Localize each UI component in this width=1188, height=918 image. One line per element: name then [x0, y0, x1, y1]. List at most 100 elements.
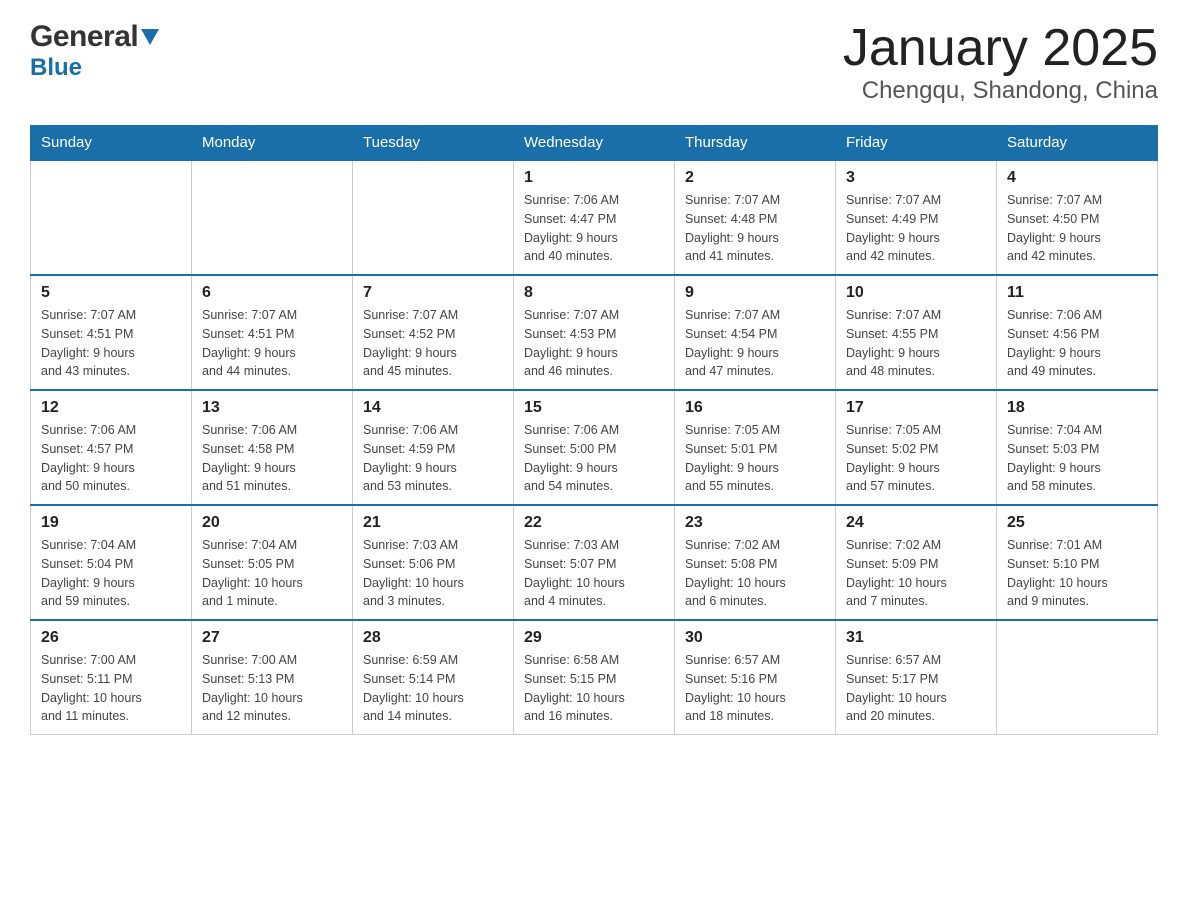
calendar-day-header: Saturday	[997, 126, 1158, 161]
calendar-day-header: Tuesday	[353, 126, 514, 161]
calendar-cell: 5Sunrise: 7:07 AM Sunset: 4:51 PM Daylig…	[31, 275, 192, 390]
calendar-cell	[997, 620, 1158, 735]
day-info: Sunrise: 7:07 AM Sunset: 4:55 PM Dayligh…	[846, 306, 986, 381]
calendar-cell: 31 Sunrise: 6:57 AM Sunset: 5:17 PM Dayli…	[836, 620, 997, 735]
page-header: General Blue January 2025 Chengqu, Shand…	[30, 20, 1158, 105]
day-number: 7	[363, 284, 503, 302]
day-number: 27	[202, 629, 342, 647]
calendar-cell: 10Sunrise: 7:07 AM Sunset: 4:55 PM Dayli…	[836, 275, 997, 390]
day-number: 28	[363, 629, 503, 647]
calendar-cell: 24 Sunrise: 7:02 AM Sunset: 5:09 PM Dayli…	[836, 505, 997, 620]
day-info: Sunrise: 7:01 AM Sunset: 5:10 PM Dayligh…	[1007, 536, 1147, 611]
day-info: Sunrise: 6:59 AM Sunset: 5:14 PM Dayligh…	[363, 651, 503, 726]
calendar-title-block: January 2025 Chengqu, Shandong, China	[843, 20, 1158, 105]
day-number: 15	[524, 399, 664, 417]
day-number: 19	[41, 514, 181, 532]
day-info: Sunrise: 7:02 AM Sunset: 5:08 PM Dayligh…	[685, 536, 825, 611]
calendar-cell: 28 Sunrise: 6:59 AM Sunset: 5:14 PM Dayli…	[353, 620, 514, 735]
day-info: Sunrise: 7:00 AM Sunset: 5:11 PM Dayligh…	[41, 651, 181, 726]
calendar-cell: 9 Sunrise: 7:07 AM Sunset: 4:54 PM Daylig…	[675, 275, 836, 390]
calendar-cell: 11 Sunrise: 7:06 AM Sunset: 4:56 PM Dayli…	[997, 275, 1158, 390]
day-number: 4	[1007, 169, 1147, 187]
day-number: 31	[846, 629, 986, 647]
calendar-cell: 30 Sunrise: 6:57 AM Sunset: 5:16 PM Dayli…	[675, 620, 836, 735]
day-number: 29	[524, 629, 664, 647]
logo: General Blue	[30, 20, 159, 82]
day-number: 16	[685, 399, 825, 417]
calendar-cell: 27 Sunrise: 7:00 AM Sunset: 5:13 PM Dayli…	[192, 620, 353, 735]
calendar-cell: 13 Sunrise: 7:06 AM Sunset: 4:58 PM Dayli…	[192, 390, 353, 505]
calendar-cell: 15Sunrise: 7:06 AM Sunset: 5:00 PM Dayli…	[514, 390, 675, 505]
day-info: Sunrise: 7:07 AM Sunset: 4:51 PM Dayligh…	[202, 306, 342, 381]
day-info: Sunrise: 7:04 AM Sunset: 5:05 PM Dayligh…	[202, 536, 342, 611]
logo-arrow-icon	[141, 29, 159, 50]
calendar-cell: 7 Sunrise: 7:07 AM Sunset: 4:52 PM Daylig…	[353, 275, 514, 390]
day-number: 13	[202, 399, 342, 417]
calendar-week-row: 1 Sunrise: 7:06 AM Sunset: 4:47 PM Daylig…	[31, 160, 1158, 275]
day-number: 25	[1007, 514, 1147, 532]
logo-general-text: General	[30, 20, 138, 54]
day-number: 23	[685, 514, 825, 532]
day-info: Sunrise: 7:07 AM Sunset: 4:48 PM Dayligh…	[685, 191, 825, 266]
day-info: Sunrise: 7:06 AM Sunset: 4:58 PM Dayligh…	[202, 421, 342, 496]
day-info: Sunrise: 6:57 AM Sunset: 5:16 PM Dayligh…	[685, 651, 825, 726]
day-info: Sunrise: 7:06 AM Sunset: 4:57 PM Dayligh…	[41, 421, 181, 496]
day-info: Sunrise: 7:05 AM Sunset: 5:01 PM Dayligh…	[685, 421, 825, 496]
calendar-cell: 25 Sunrise: 7:01 AM Sunset: 5:10 PM Dayli…	[997, 505, 1158, 620]
calendar-week-row: 5Sunrise: 7:07 AM Sunset: 4:51 PM Daylig…	[31, 275, 1158, 390]
day-number: 12	[41, 399, 181, 417]
logo-blue-text: Blue	[30, 54, 82, 81]
day-info: Sunrise: 7:00 AM Sunset: 5:13 PM Dayligh…	[202, 651, 342, 726]
calendar-cell: 2 Sunrise: 7:07 AM Sunset: 4:48 PM Daylig…	[675, 160, 836, 275]
day-number: 30	[685, 629, 825, 647]
calendar-cell: 17Sunrise: 7:05 AM Sunset: 5:02 PM Dayli…	[836, 390, 997, 505]
calendar-cell	[192, 160, 353, 275]
calendar-cell: 12 Sunrise: 7:06 AM Sunset: 4:57 PM Dayli…	[31, 390, 192, 505]
calendar-cell: 19Sunrise: 7:04 AM Sunset: 5:04 PM Dayli…	[31, 505, 192, 620]
day-info: Sunrise: 7:05 AM Sunset: 5:02 PM Dayligh…	[846, 421, 986, 496]
calendar-cell: 20Sunrise: 7:04 AM Sunset: 5:05 PM Dayli…	[192, 505, 353, 620]
day-number: 1	[524, 169, 664, 187]
calendar-day-header: Monday	[192, 126, 353, 161]
day-number: 3	[846, 169, 986, 187]
calendar-day-header: Wednesday	[514, 126, 675, 161]
calendar-cell: 14 Sunrise: 7:06 AM Sunset: 4:59 PM Dayli…	[353, 390, 514, 505]
calendar-cell: 1 Sunrise: 7:06 AM Sunset: 4:47 PM Daylig…	[514, 160, 675, 275]
day-info: Sunrise: 7:02 AM Sunset: 5:09 PM Dayligh…	[846, 536, 986, 611]
day-number: 18	[1007, 399, 1147, 417]
day-number: 24	[846, 514, 986, 532]
calendar-table: SundayMondayTuesdayWednesdayThursdayFrid…	[30, 125, 1158, 735]
calendar-header-row: SundayMondayTuesdayWednesdayThursdayFrid…	[31, 126, 1158, 161]
day-info: Sunrise: 7:06 AM Sunset: 4:47 PM Dayligh…	[524, 191, 664, 266]
calendar-week-row: 12 Sunrise: 7:06 AM Sunset: 4:57 PM Dayli…	[31, 390, 1158, 505]
calendar-cell: 6Sunrise: 7:07 AM Sunset: 4:51 PM Daylig…	[192, 275, 353, 390]
calendar-cell: 16 Sunrise: 7:05 AM Sunset: 5:01 PM Dayli…	[675, 390, 836, 505]
calendar-week-row: 26Sunrise: 7:00 AM Sunset: 5:11 PM Dayli…	[31, 620, 1158, 735]
day-info: Sunrise: 7:07 AM Sunset: 4:50 PM Dayligh…	[1007, 191, 1147, 266]
day-info: Sunrise: 7:07 AM Sunset: 4:52 PM Dayligh…	[363, 306, 503, 381]
calendar-cell: 29 Sunrise: 6:58 AM Sunset: 5:15 PM Dayli…	[514, 620, 675, 735]
calendar-cell: 3 Sunrise: 7:07 AM Sunset: 4:49 PM Daylig…	[836, 160, 997, 275]
calendar-subtitle: Chengqu, Shandong, China	[843, 77, 1158, 105]
day-info: Sunrise: 6:58 AM Sunset: 5:15 PM Dayligh…	[524, 651, 664, 726]
day-info: Sunrise: 7:06 AM Sunset: 4:56 PM Dayligh…	[1007, 306, 1147, 381]
day-number: 8	[524, 284, 664, 302]
calendar-day-header: Thursday	[675, 126, 836, 161]
calendar-cell: 18Sunrise: 7:04 AM Sunset: 5:03 PM Dayli…	[997, 390, 1158, 505]
day-info: Sunrise: 7:07 AM Sunset: 4:51 PM Dayligh…	[41, 306, 181, 381]
calendar-cell: 26Sunrise: 7:00 AM Sunset: 5:11 PM Dayli…	[31, 620, 192, 735]
day-number: 2	[685, 169, 825, 187]
day-number: 21	[363, 514, 503, 532]
day-info: Sunrise: 6:57 AM Sunset: 5:17 PM Dayligh…	[846, 651, 986, 726]
day-number: 14	[363, 399, 503, 417]
day-info: Sunrise: 7:07 AM Sunset: 4:54 PM Dayligh…	[685, 306, 825, 381]
calendar-cell: 8Sunrise: 7:07 AM Sunset: 4:53 PM Daylig…	[514, 275, 675, 390]
day-info: Sunrise: 7:06 AM Sunset: 4:59 PM Dayligh…	[363, 421, 503, 496]
calendar-cell	[31, 160, 192, 275]
day-number: 9	[685, 284, 825, 302]
calendar-cell: 21Sunrise: 7:03 AM Sunset: 5:06 PM Dayli…	[353, 505, 514, 620]
day-number: 11	[1007, 284, 1147, 302]
calendar-cell	[353, 160, 514, 275]
calendar-week-row: 19Sunrise: 7:04 AM Sunset: 5:04 PM Dayli…	[31, 505, 1158, 620]
day-info: Sunrise: 7:07 AM Sunset: 4:49 PM Dayligh…	[846, 191, 986, 266]
